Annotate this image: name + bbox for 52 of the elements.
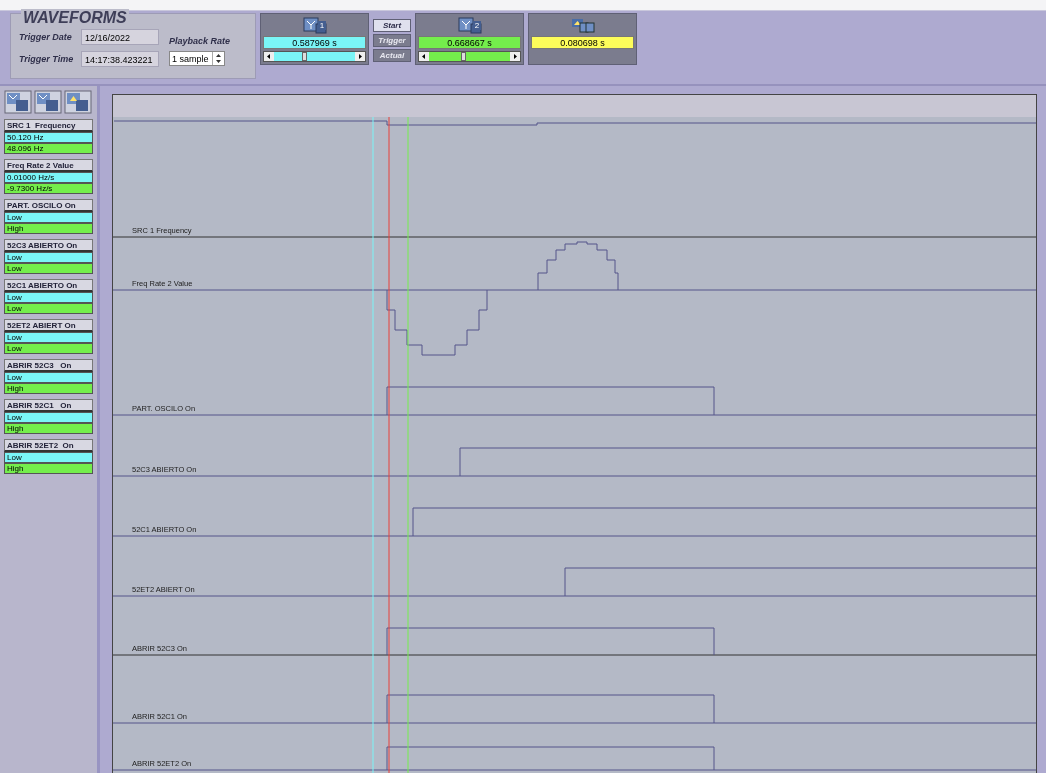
channel-value: Low (4, 372, 93, 383)
channel-value: Low (4, 292, 93, 303)
scroll-right-icon[interactable] (355, 52, 365, 61)
field-label: Playback Rate (169, 36, 231, 46)
scroll-left-icon[interactable] (264, 52, 274, 61)
channel-value: 0.01000 Hz/s (4, 172, 93, 183)
scroll-left-icon[interactable] (419, 52, 429, 61)
cursor-scrollbar[interactable] (418, 51, 521, 62)
channel-value: 48.096 Hz (4, 143, 93, 154)
channel-value: Low (4, 252, 93, 263)
channel-value: Low (4, 343, 93, 354)
channel-value: Low (4, 263, 93, 274)
cursor-toolbar-icon[interactable] (34, 90, 62, 114)
channel-value: High (4, 223, 93, 234)
channel-value: Low (4, 452, 93, 463)
channel-value: Low (4, 303, 93, 314)
channel-value: 50.120 Hz (4, 132, 93, 143)
channel-value: High (4, 383, 93, 394)
cursor-value: 0.587969 s (263, 36, 366, 49)
channel-name[interactable]: PART. OSCILO On (4, 199, 93, 212)
channel-value: Low (4, 412, 93, 423)
channel-value: Low (4, 212, 93, 223)
mode-button[interactable]: Start (373, 19, 411, 32)
cursor-number: 1 (317, 21, 327, 30)
cursor-value: 0.668667 s (418, 36, 521, 49)
channel-name[interactable]: Freq Rate 2 Value (4, 159, 93, 172)
cursor-scrollbar[interactable] (263, 51, 366, 62)
channel-name[interactable]: ABRIR 52C3 On (4, 359, 93, 372)
channel-value: -9.7300 Hz/s (4, 183, 93, 194)
cursor-value: 0.080698 s (531, 36, 634, 49)
cursor-number: 2 (472, 21, 482, 30)
cursor-icon (570, 17, 595, 34)
trigger-date-field: 12/16/2022 (81, 29, 159, 45)
cursor-toolbar-icon[interactable] (64, 90, 92, 114)
scroll-thumb[interactable] (302, 52, 308, 61)
playback-rate-spinner[interactable]: 1 sample (169, 51, 225, 66)
scroll-right-icon[interactable] (510, 52, 520, 61)
channel-name[interactable]: 52ET2 ABIERT On (4, 319, 93, 332)
channel-value: High (4, 463, 93, 474)
channel-value: High (4, 423, 93, 434)
scroll-thumb[interactable] (461, 52, 467, 61)
channel-name[interactable]: 52C3 ABIERTO On (4, 239, 93, 252)
channel-name[interactable]: 52C1 ABIERTO On (4, 279, 93, 292)
spin-arrows-icon[interactable] (212, 52, 224, 65)
channel-value: Low (4, 332, 93, 343)
channel-name[interactable]: ABRIR 52ET2 On (4, 439, 93, 452)
field-label: Trigger Date (19, 32, 73, 42)
channel-name[interactable]: ABRIR 52C1 On (4, 399, 93, 412)
field-label: Trigger Time (19, 54, 75, 64)
channel-name[interactable]: SRC 1 Frequency (4, 119, 93, 132)
trigger-time-field: 14:17:38.423221 (81, 51, 159, 67)
cursor-toolbar-icon[interactable] (4, 90, 32, 114)
